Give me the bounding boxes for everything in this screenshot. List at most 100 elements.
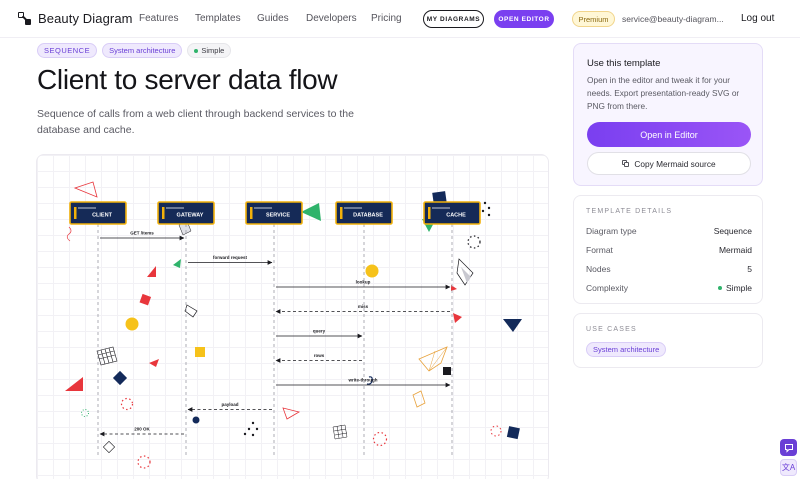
detail-row-format: Format Mermaid xyxy=(586,245,752,255)
triangle-decoration-icon xyxy=(173,259,181,268)
participant-node[interactable]: GATEWAY xyxy=(157,201,215,225)
tag-complexity-label: Simple xyxy=(201,46,225,55)
detail-value: Mermaid xyxy=(718,245,752,255)
template-tags: SEQUENCE System architecture Simple xyxy=(37,43,232,58)
message: GET /items xyxy=(100,231,185,241)
message-label: write-through xyxy=(348,378,378,383)
premium-badge: Premium xyxy=(572,11,615,27)
square-decoration-icon xyxy=(112,370,128,386)
message-label: 200 OK xyxy=(134,427,150,432)
detail-key: Complexity xyxy=(586,283,629,293)
cube-decoration-icon xyxy=(184,304,198,318)
logout-link[interactable]: Log out xyxy=(741,13,774,24)
open-in-editor-button[interactable]: Open in Editor xyxy=(587,122,751,147)
message-label: miss xyxy=(358,304,369,309)
square-decoration-icon xyxy=(195,347,205,357)
use-template-description: Open in the editor and tweak it for your… xyxy=(587,75,740,111)
dotted-ring-icon xyxy=(490,425,502,437)
page-title: Client to server data flow xyxy=(37,64,338,95)
message: 200 OK xyxy=(99,427,184,437)
nav-link-pricing[interactable]: Pricing xyxy=(371,13,402,24)
message: payload xyxy=(187,402,272,412)
participant-label: GATEWAY xyxy=(177,213,204,219)
message-label: query xyxy=(313,329,326,334)
triangle-decoration-icon xyxy=(453,313,462,323)
nav-link-developers[interactable]: Developers xyxy=(306,13,357,24)
detail-key: Format xyxy=(586,245,613,255)
squiggle-decoration-icon xyxy=(66,226,72,242)
diagram-preview[interactable]: CLIENT GATEWAY SERVICE DATABASE CACHE GET /i… xyxy=(36,154,549,479)
logo-icon xyxy=(18,11,32,26)
status-dot-icon xyxy=(718,286,723,290)
template-details-label: TEMPLATE DETAILS xyxy=(586,208,673,215)
participant-node[interactable]: CLIENT xyxy=(69,201,127,225)
detail-value: Simple xyxy=(718,283,752,293)
message-label: forward request xyxy=(213,255,248,260)
nav-link-templates[interactable]: Templates xyxy=(195,13,241,24)
participant-accent xyxy=(340,207,343,219)
triangle-decoration-icon xyxy=(503,319,522,332)
triangle-decoration-icon xyxy=(147,266,156,277)
message-label: GET /items xyxy=(130,231,154,236)
brand-name: Beauty Diagram xyxy=(38,11,133,26)
dotted-ring-icon xyxy=(372,431,388,447)
decorative-shapes xyxy=(65,181,522,469)
detail-key: Diagram type xyxy=(586,226,637,236)
fan-decoration-icon xyxy=(418,346,448,372)
tag-diagram-type[interactable]: SEQUENCE xyxy=(37,43,98,58)
translate-button[interactable]: 文A xyxy=(780,459,797,476)
detail-row-nodes: Nodes 5 xyxy=(586,264,752,274)
message-label: lookup xyxy=(356,280,371,285)
participant-label: CLIENT xyxy=(92,213,113,219)
participant-node[interactable]: CACHE xyxy=(423,201,481,225)
brand-logo[interactable]: Beauty Diagram xyxy=(18,11,133,26)
message: query xyxy=(276,329,363,339)
message: miss xyxy=(275,304,450,314)
message: rows xyxy=(275,353,362,363)
detail-key: Nodes xyxy=(586,264,611,274)
participant-label: SERVICE xyxy=(266,213,290,219)
nav-link-guides[interactable]: Guides xyxy=(257,13,289,24)
dot-cluster-icon xyxy=(243,421,259,437)
participant-node[interactable]: DATABASE xyxy=(335,201,393,225)
message: write-through xyxy=(276,378,451,388)
copy-mermaid-source-button[interactable]: Copy Mermaid source xyxy=(587,152,751,175)
use-cases-label: USE CASES xyxy=(586,326,637,333)
copy-icon xyxy=(622,160,630,167)
copy-mermaid-label: Copy Mermaid source xyxy=(634,158,716,169)
chat-assistant-button[interactable] xyxy=(780,439,797,456)
detail-row-diagram-type: Diagram type Sequence xyxy=(586,226,752,236)
triangle-decoration-icon xyxy=(73,181,98,198)
circle-decoration-icon xyxy=(192,416,200,424)
participant-accent xyxy=(74,207,77,219)
dotted-ring-icon xyxy=(467,235,481,249)
complexity-value: Simple xyxy=(726,283,752,293)
tag-complexity: Simple xyxy=(187,43,232,58)
participant-label: CACHE xyxy=(446,213,466,219)
message-label: payload xyxy=(221,402,238,407)
dot-cluster-icon xyxy=(483,201,487,205)
square-decoration-icon xyxy=(139,293,152,306)
triangle-decoration-icon xyxy=(282,407,301,420)
participant-node[interactable]: SERVICE xyxy=(245,201,303,225)
detail-value: 5 xyxy=(747,264,752,274)
dotted-ring-icon xyxy=(81,409,89,417)
tag-category[interactable]: System architecture xyxy=(102,43,183,58)
status-dot-icon xyxy=(194,48,199,53)
template-details-card: TEMPLATE DETAILS Diagram type Sequence F… xyxy=(573,195,763,304)
sequence-diagram-canvas: CLIENT GATEWAY SERVICE DATABASE CACHE GET /i… xyxy=(65,181,522,469)
nav-link-features[interactable]: Features xyxy=(139,13,178,24)
message-label: rows xyxy=(314,353,325,358)
grid-decoration-icon xyxy=(332,424,348,440)
my-diagrams-button[interactable]: MY DIAGRAMS xyxy=(423,10,484,28)
page-subtitle: Sequence of calls from a web client thro… xyxy=(37,108,354,136)
dotted-ring-icon xyxy=(120,397,134,411)
account-email[interactable]: service@beauty-diagram... xyxy=(622,14,724,24)
use-case-tag[interactable]: System architecture xyxy=(586,342,667,357)
grid-decoration-icon xyxy=(96,346,118,366)
detail-value: Sequence xyxy=(713,226,752,236)
triangle-decoration-icon xyxy=(65,377,83,391)
messages: GET /items forward request lookup miss query… xyxy=(99,231,451,437)
open-editor-button[interactable]: OPEN EDITOR xyxy=(494,10,554,28)
dotted-ring-icon xyxy=(137,455,151,469)
